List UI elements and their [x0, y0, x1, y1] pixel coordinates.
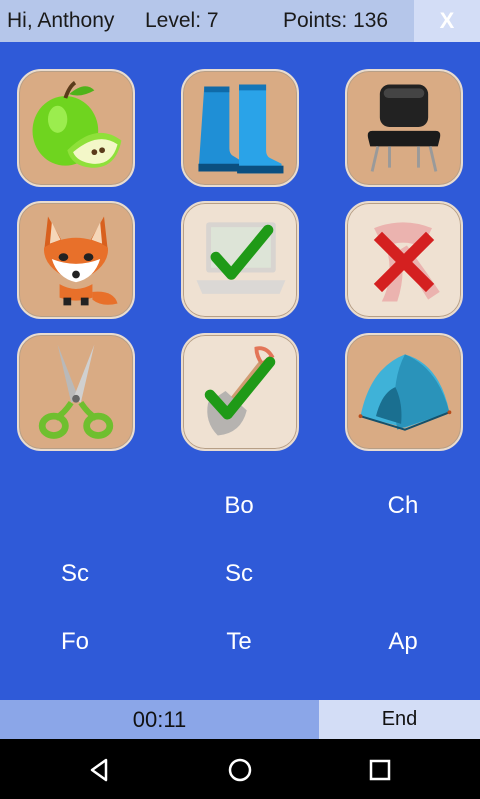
level-text: Level: 7 — [145, 9, 219, 32]
word-bo[interactable]: Bo — [179, 492, 299, 520]
android-nav-bar — [0, 739, 480, 799]
word-sc-1[interactable]: Sc — [15, 560, 135, 588]
game-board: Bo Ch Sc Sc Fo Te Ap — [0, 42, 480, 700]
tile-boots[interactable] — [181, 69, 299, 187]
tile-scissors[interactable] — [17, 333, 135, 451]
tent-icon — [358, 354, 452, 431]
timer-display: 00:11 — [0, 700, 319, 739]
word-te[interactable]: Te — [179, 628, 299, 656]
end-button[interactable]: End — [319, 700, 480, 739]
tile-shovel[interactable] — [181, 333, 299, 451]
tile-laptop[interactable] — [181, 201, 299, 319]
greeting-text: Hi, Anthony — [7, 9, 115, 32]
word-ch[interactable]: Ch — [343, 492, 463, 520]
home-icon[interactable] — [225, 755, 255, 785]
tile-apple[interactable] — [17, 69, 135, 187]
recents-icon[interactable] — [365, 755, 395, 785]
points-text: Points: 136 — [283, 9, 389, 32]
scarf-icon — [373, 222, 440, 302]
laptop-icon — [196, 222, 286, 294]
tile-scarf[interactable] — [345, 201, 463, 319]
fox-icon — [44, 216, 118, 306]
tile-fox[interactable] — [17, 201, 135, 319]
boots-icon — [198, 84, 284, 174]
tile-tent[interactable] — [345, 333, 463, 451]
word-sc-2[interactable]: Sc — [179, 560, 299, 588]
tile-chair[interactable] — [345, 69, 463, 187]
top-bar: Hi, Anthony Level: 7 Points: 136 X — [0, 0, 480, 42]
bottom-bar: 00:11 End — [0, 700, 480, 739]
word-fo[interactable]: Fo — [15, 628, 135, 656]
close-button[interactable]: X — [414, 0, 480, 42]
scissors-icon — [38, 344, 114, 439]
shovel-icon — [204, 346, 276, 436]
chair-icon — [367, 84, 441, 172]
word-ap[interactable]: Ap — [343, 628, 463, 656]
back-icon[interactable] — [84, 755, 114, 785]
apple-icon — [32, 80, 122, 168]
